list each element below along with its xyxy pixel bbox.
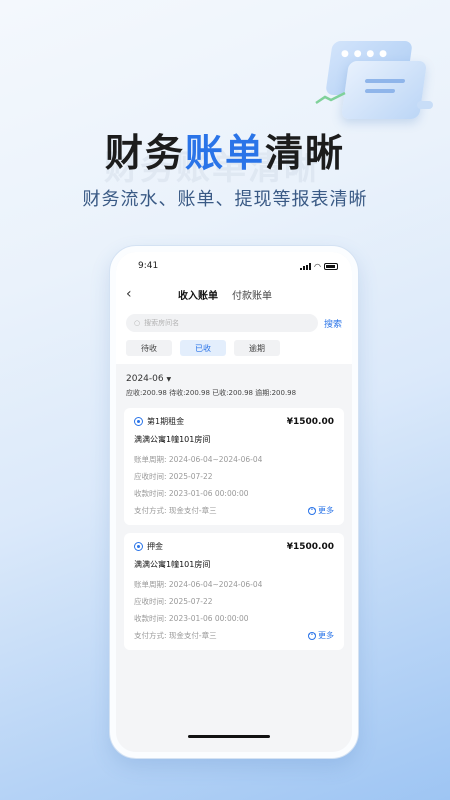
search-row: ○ 搜索房间名 搜索 — [116, 308, 352, 336]
filter-received[interactable]: 已收 — [180, 340, 226, 356]
bill-type-icon — [134, 417, 143, 426]
tab-payment-bills[interactable]: 付款账单 — [232, 287, 272, 302]
status-time: 9:41 — [138, 261, 159, 271]
bill-tabs: 收入账单 付款账单 — [178, 287, 272, 302]
status-icons: ◠ — [300, 262, 338, 271]
search-button[interactable]: 搜索 — [324, 317, 342, 330]
phone-mockup: 9:41 ◠ ‹ 收入账单 付款账单 ○ 搜索房间名 搜索 待收 已收 逾期 2… — [110, 246, 358, 758]
cloud-icon — [417, 101, 433, 109]
nav-bar: ‹ 收入账单 付款账单 — [116, 280, 352, 308]
headline-part2: 清晰 — [265, 131, 346, 175]
filter-overdue[interactable]: 逾期 — [234, 340, 280, 356]
bill-card[interactable]: 押金 ¥1500.00 满满公寓1幢101房间 账单周期: 2024-06-04… — [124, 533, 344, 650]
bill-amount: ¥1500.00 — [286, 416, 334, 427]
bill-title: 第1期租金 — [134, 416, 184, 427]
bill-room: 满满公寓1幢101房间 — [134, 560, 211, 569]
bill-card[interactable]: 第1期租金 ¥1500.00 满满公寓1幢101房间 账单周期: 2024-06… — [124, 408, 344, 525]
finance-illustration: ● ● ● ● — [315, 35, 435, 125]
tab-income-bills[interactable]: 收入账单 — [178, 287, 218, 302]
bill-amount: ¥1500.00 — [286, 541, 334, 552]
wifi-icon: ◠ — [314, 261, 321, 271]
search-icon: ○ — [134, 319, 141, 327]
search-input[interactable]: ○ 搜索房间名 — [126, 314, 318, 332]
signal-icon — [300, 262, 312, 270]
trend-arrow-icon — [315, 91, 346, 105]
more-icon: ••• — [307, 631, 317, 640]
illustration-line — [364, 79, 406, 83]
filter-pending[interactable]: 待收 — [126, 340, 172, 356]
home-indicator — [188, 735, 270, 738]
page-headline: 财务账单清晰 — [0, 122, 450, 177]
bill-received-time: 收款时间: 2023-01-06 00:00:00 — [134, 489, 249, 498]
battery-icon — [324, 262, 338, 270]
bill-period: 账单周期: 2024-06-04~2024-06-04 — [134, 455, 263, 464]
bill-period: 账单周期: 2024-06-04~2024-06-04 — [134, 580, 263, 589]
month-selector[interactable]: 2024-06 ▼ — [116, 364, 352, 384]
bill-received-time: 收款时间: 2023-01-06 00:00:00 — [134, 614, 249, 623]
headline-part1: 财务 — [104, 131, 185, 175]
bill-room: 满满公寓1幢101房间 — [134, 435, 211, 444]
status-bar: 9:41 ◠ — [116, 252, 352, 280]
bill-due-time: 应收时间: 2025-07-22 — [134, 597, 213, 606]
more-button[interactable]: ••• 更多 — [308, 627, 334, 644]
status-filter: 待收 已收 逾期 — [116, 336, 352, 364]
month-label: 2024-06 — [126, 374, 164, 384]
more-button[interactable]: ••• 更多 — [308, 502, 334, 519]
app-screen: 9:41 ◠ ‹ 收入账单 付款账单 ○ 搜索房间名 搜索 待收 已收 逾期 2… — [116, 252, 352, 752]
headline-accent: 账单 — [184, 131, 265, 175]
more-icon: ••• — [307, 506, 317, 515]
search-placeholder: 搜索房间名 — [144, 319, 180, 327]
page-subtitle: 财务流水、账单、提现等报表清晰 — [82, 189, 368, 210]
back-arrow-icon[interactable]: ‹ — [126, 286, 146, 302]
bill-type-icon — [134, 542, 143, 551]
illustration-line — [364, 89, 396, 93]
bill-payment-method: 支付方式: 现金支付-章三 — [134, 631, 217, 640]
bill-title: 押金 — [134, 541, 163, 552]
bill-payment-method: 支付方式: 现金支付-章三 — [134, 506, 217, 515]
bill-due-time: 应收时间: 2025-07-22 — [134, 472, 213, 481]
illustration-dots: ● ● ● ● — [341, 49, 388, 59]
bill-summary: 应收:200.98 待收:200.98 已收:200.98 逾期:200.98 — [126, 389, 297, 397]
caret-down-icon: ▼ — [166, 376, 172, 383]
